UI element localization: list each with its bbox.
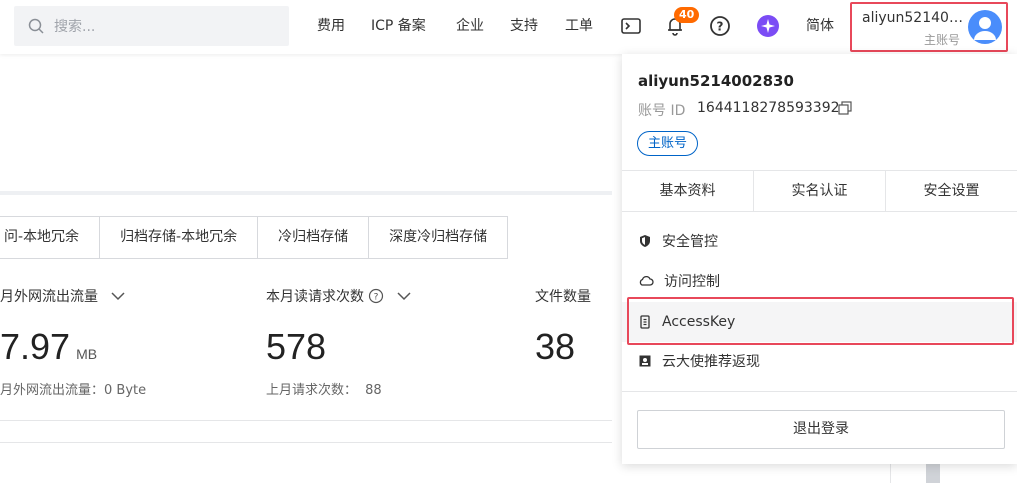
ai-assistant-icon[interactable] <box>756 14 780 38</box>
chevron-down-icon <box>397 292 411 301</box>
menu-security-control[interactable]: 安全管控 <box>622 221 1017 261</box>
search-icon <box>28 18 44 34</box>
copy-icon[interactable] <box>838 100 852 119</box>
menu-label: 云大使推荐返现 <box>662 354 760 370</box>
account-type: 主账号 <box>923 33 960 47</box>
divider <box>890 464 891 483</box>
tab-storage-class[interactable]: 归档存储-本地冗余 <box>99 217 257 258</box>
section-divider <box>0 442 612 443</box>
tab-real-name[interactable]: 实名认证 <box>753 171 885 211</box>
stat-label-traffic[interactable]: 月外网流出流量 <box>0 286 126 306</box>
account-id-label: 账号 ID <box>638 103 686 119</box>
help-icon[interactable]: ? <box>368 288 384 304</box>
menu-referral[interactable]: 云大使推荐返现 <box>622 341 1017 381</box>
stat-label-text: 本月读请求次数 <box>266 289 364 305</box>
cloud-icon <box>639 275 654 286</box>
section-divider <box>0 420 612 421</box>
nav-ticket[interactable]: 工单 <box>565 15 593 35</box>
stat-value-traffic: 7.97 MB <box>0 326 97 368</box>
section-divider <box>0 191 612 195</box>
tab-storage-class[interactable]: 深度冷归档存储 <box>368 217 507 258</box>
stat-number: 7.97 <box>0 326 71 367</box>
account-type-badge: 主账号 <box>637 131 699 156</box>
stat-value-files: 38 <box>535 326 576 367</box>
stat-value-requests: 578 <box>266 326 327 367</box>
stat-sub-traffic: 月外网流出流量：0 Byte <box>0 383 147 398</box>
ambassador-icon <box>639 355 651 367</box>
language-switch[interactable]: 简体 <box>806 15 834 35</box>
nav-support[interactable]: 支持 <box>510 15 538 35</box>
svg-text:?: ? <box>717 20 724 34</box>
logout-button[interactable]: 退出登录 <box>637 410 1005 449</box>
panel-account-name: aliyun5214002830 <box>638 72 794 90</box>
account-name: aliyun5214002830 <box>862 10 966 26</box>
menu-label: 安全管控 <box>662 234 718 250</box>
account-id-value: 1644118278593392 <box>697 100 840 116</box>
notification-badge: 40 <box>674 7 700 23</box>
stat-unit: MB <box>76 346 98 362</box>
avatar <box>968 10 1002 44</box>
menu-label: 访问控制 <box>664 274 720 290</box>
account-menu-trigger[interactable]: aliyun5214002830 主账号 <box>850 2 1008 52</box>
nav-icp[interactable]: ICP 备案 <box>371 15 426 35</box>
svg-text:?: ? <box>374 293 379 303</box>
terminal-icon[interactable] <box>619 14 643 38</box>
tab-storage-class[interactable]: 冷归档存储 <box>257 217 368 258</box>
panel-divider <box>622 391 1017 392</box>
stat-label-files: 文件数量 <box>535 289 591 305</box>
chevron-down-icon <box>111 292 125 301</box>
stat-sub-label: 上月请求次数： <box>266 383 358 398</box>
search-placeholder: 搜索... <box>54 19 96 35</box>
tab-security-settings[interactable]: 安全设置 <box>885 171 1017 211</box>
storage-class-tabs: 问-本地冗余 归档存储-本地冗余 冷归档存储 深度冷归档存储 <box>0 216 509 259</box>
stat-label-requests[interactable]: 本月读请求次数 ? <box>266 286 412 306</box>
tab-basic-info[interactable]: 基本资料 <box>622 171 753 211</box>
stat-label-text: 月外网流出流量 <box>0 289 98 305</box>
menu-access-control[interactable]: 访问控制 <box>622 261 1017 301</box>
top-bar: 搜索... 费用 ICP 备案 企业 支持 工单 40 ? 简体 aliyun5… <box>0 0 1017 54</box>
stat-sub-value: 88 <box>365 383 382 398</box>
account-dropdown: aliyun5214002830 账号 ID 1644118278593392 … <box>622 54 1017 464</box>
shield-icon <box>640 235 650 247</box>
stat-sub-requests: 上月请求次数： 88 <box>266 379 382 398</box>
accesskey-highlight-box <box>627 297 1014 345</box>
nav-enterprise[interactable]: 企业 <box>456 15 484 35</box>
panel-tabs: 基本资料 实名认证 安全设置 <box>622 170 1017 212</box>
nav-billing[interactable]: 费用 <box>317 15 345 35</box>
tab-storage-class[interactable]: 问-本地冗余 <box>0 217 99 258</box>
chart-bar-fragment <box>926 464 940 483</box>
help-icon[interactable]: ? <box>708 14 732 38</box>
search-input[interactable]: 搜索... <box>14 6 289 46</box>
